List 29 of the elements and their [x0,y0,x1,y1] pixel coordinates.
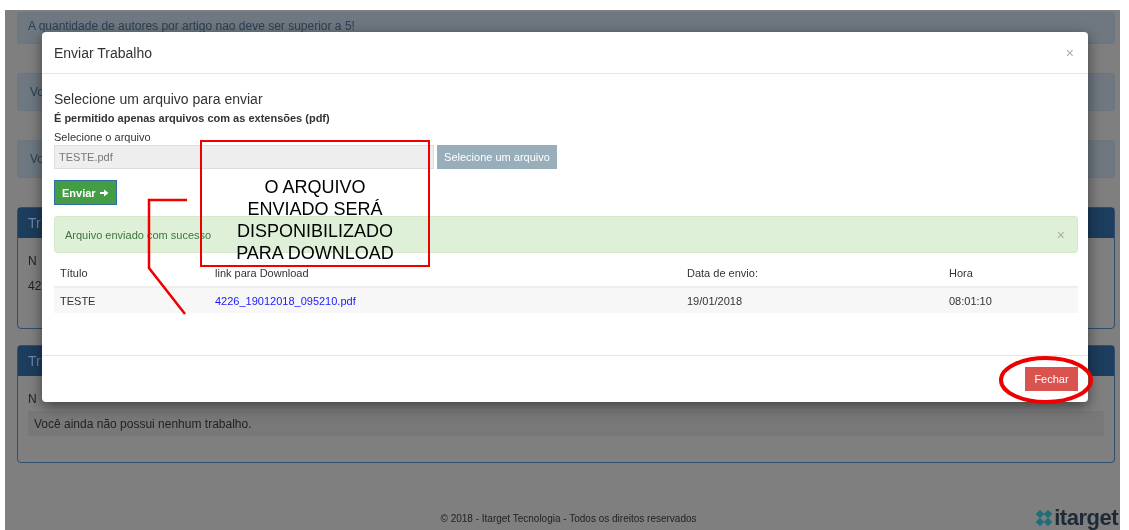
logo-icon [1036,510,1053,526]
annotation-text: PARA DOWNLOAD [236,242,394,264]
arrow-right-icon [98,187,109,198]
alert-text: A quantidade de autores por artigo nao deve ser superior a 5! [28,19,355,33]
copyright-text: © 2018 - Itarget Tecnologia - Todos os direitos reservados [440,512,697,524]
panel-title: Tr [28,353,41,369]
panel-text: Você ainda não possui nenhum trabalho. [34,416,252,431]
panel-text: N [28,391,37,406]
annotation-text: DISPONIBILIZADO [236,220,393,242]
table-cell: 08:01:10 [943,287,1078,313]
panel-text: 42 [28,278,42,293]
download-link[interactable]: 4226_19012018_095210.pdf [215,294,356,307]
send-button[interactable]: Enviar [54,180,117,205]
close-button[interactable]: × [1063,44,1076,61]
extension-note: É permitido apenas arquivos com as extensões (pdf) [54,112,331,124]
browse-button[interactable]: Selecione um arquivo [437,145,557,169]
panel-text: N [28,253,37,268]
close-button[interactable]: Fechar [1025,367,1078,391]
table-cell: TESTE [54,287,209,313]
modal-title: Enviar Trabalho [54,44,153,61]
close-button[interactable]: × [1054,226,1067,243]
panel-title: Tr [28,215,41,231]
table-cell: 19/01/2018 [681,287,943,313]
annotation-text: O ARQUIVO [264,176,366,198]
logo-text: itarget [1054,505,1118,530]
annotation-text: ENVIADO SERÁ [247,198,383,220]
file-input-field[interactable]: TESTE.pdf [54,145,434,169]
section-heading: Selecione um arquivo para enviar [54,91,264,107]
field-label: Selecione o arquivo [54,131,152,143]
